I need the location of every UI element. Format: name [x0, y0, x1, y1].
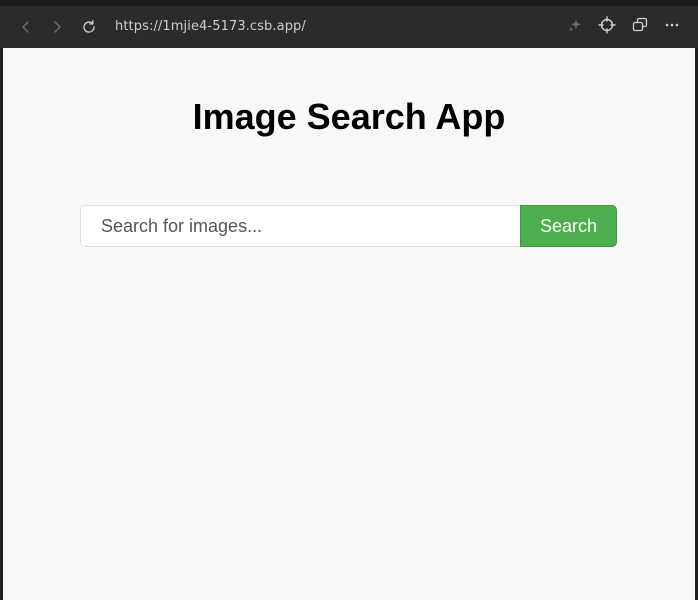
chevron-right-icon — [49, 19, 65, 35]
more-button[interactable] — [660, 15, 684, 39]
browser-toolbar: https://1mjie4-5173.csb.app/ — [0, 0, 698, 48]
page-viewport: Image Search App Search — [3, 48, 695, 600]
crosshair-button[interactable] — [595, 15, 619, 39]
search-form: Search — [80, 205, 617, 247]
search-button[interactable]: Search — [520, 205, 617, 247]
sparkle-icon — [567, 17, 583, 38]
page-title: Image Search App — [192, 96, 506, 137]
reload-icon — [81, 19, 97, 35]
address-bar-url[interactable]: https://1mjie4-5173.csb.app/ — [115, 19, 306, 34]
reload-button[interactable] — [77, 15, 101, 39]
forward-button[interactable] — [45, 15, 69, 39]
search-input[interactable] — [80, 205, 520, 247]
window-button[interactable] — [628, 15, 652, 39]
more-icon — [664, 17, 680, 38]
back-button[interactable] — [14, 15, 38, 39]
sparkle-button[interactable] — [563, 15, 587, 39]
window-icon — [632, 17, 648, 38]
crosshair-icon — [598, 15, 616, 39]
chevron-left-icon — [18, 19, 34, 35]
